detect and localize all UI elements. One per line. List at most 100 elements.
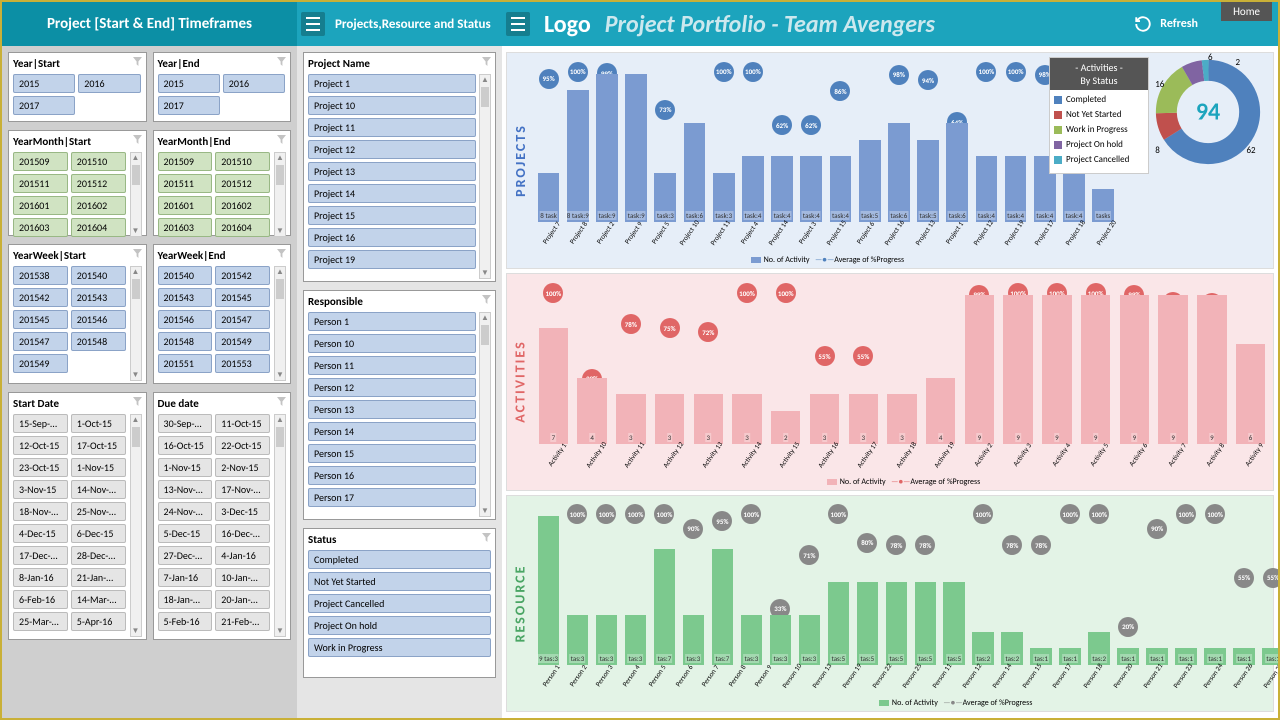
- slicer-status[interactable]: Status CompletedNot Yet StartedProject C…: [303, 528, 496, 678]
- slicer-chip[interactable]: 2016: [78, 74, 140, 93]
- slicer-chip[interactable]: 10-Jan-…: [215, 568, 270, 587]
- slicer-project-name[interactable]: Project Name Project 1Project 10Project …: [303, 52, 496, 282]
- slicer-yearweek-end[interactable]: YearWeek|End 201540201542201543201545201…: [153, 244, 292, 384]
- menu-icon-2[interactable]: [506, 12, 530, 36]
- scrollbar[interactable]: [479, 312, 491, 517]
- slicer-chip[interactable]: 201540: [71, 266, 126, 285]
- slicer-chip[interactable]: 201538: [13, 266, 68, 285]
- slicer-chip[interactable]: 201603: [158, 218, 213, 237]
- slicer-chip[interactable]: 30-Sep-…: [158, 414, 213, 433]
- slicer-chip[interactable]: 17-Nov-…: [215, 480, 270, 499]
- slicer-chip[interactable]: 5-Feb-16: [158, 612, 213, 631]
- slicer-chip[interactable]: 7-Jan-16: [158, 568, 213, 587]
- slicer-chip[interactable]: 2-Nov-15: [215, 458, 270, 477]
- slicer-chip[interactable]: Project 12: [308, 140, 476, 159]
- scrollbar[interactable]: [130, 414, 142, 637]
- slicer-chip[interactable]: 201510: [71, 152, 126, 171]
- slicer-chip[interactable]: 1-Nov-15: [71, 458, 126, 477]
- slicer-chip[interactable]: 201602: [215, 196, 270, 215]
- slicer-chip[interactable]: Project 15: [308, 206, 476, 225]
- slicer-chip[interactable]: 2017: [13, 96, 75, 115]
- slicer-chip[interactable]: 4-Dec-15: [13, 524, 68, 543]
- refresh-button[interactable]: Refresh: [1134, 15, 1198, 33]
- slicer-chip[interactable]: 201547: [215, 310, 270, 329]
- slicer-chip[interactable]: Person 12: [308, 378, 476, 397]
- slicer-chip[interactable]: 21-Jan-…: [71, 568, 126, 587]
- slicer-chip[interactable]: 201542: [215, 266, 270, 285]
- slicer-chip[interactable]: 201547: [13, 332, 68, 351]
- slicer-chip[interactable]: 25-Nov-…: [71, 502, 126, 521]
- slicer-chip[interactable]: 201549: [215, 332, 270, 351]
- slicer-chip[interactable]: Project 1: [308, 74, 476, 93]
- slicer-chip[interactable]: 3-Dec-15: [215, 502, 270, 521]
- slicer-chip[interactable]: 201512: [71, 174, 126, 193]
- slicer-chip[interactable]: 4-Jan-16: [215, 546, 270, 565]
- slicer-chip[interactable]: 201601: [13, 196, 68, 215]
- slicer-chip[interactable]: 25-Mar-…: [13, 612, 68, 631]
- slicer-chip[interactable]: 201548: [158, 332, 213, 351]
- slicer-chip[interactable]: Project 16: [308, 228, 476, 247]
- slicer-chip[interactable]: 22-Oct-15: [215, 436, 270, 455]
- slicer-chip[interactable]: Project Cancelled: [308, 594, 491, 613]
- slicer-year-start[interactable]: Year|Start 201520162017: [8, 52, 147, 122]
- filter-icon[interactable]: [133, 135, 142, 144]
- slicer-chip[interactable]: 201512: [215, 174, 270, 193]
- slicer-chip[interactable]: 15-Sep-…: [13, 414, 68, 433]
- slicer-chip[interactable]: 8-Jan-16: [13, 568, 68, 587]
- scrollbar[interactable]: [479, 74, 491, 279]
- slicer-chip[interactable]: 14-Nov-…: [71, 480, 126, 499]
- slicer-chip[interactable]: 2015: [158, 74, 220, 93]
- filter-icon[interactable]: [277, 57, 286, 66]
- slicer-chip[interactable]: 201549: [13, 354, 68, 373]
- slicer-chip[interactable]: 3-Nov-15: [13, 480, 68, 499]
- slicer-chip[interactable]: 6-Feb-16: [13, 590, 68, 609]
- slicer-chip[interactable]: 24-Nov-…: [158, 502, 213, 521]
- slicer-chip[interactable]: 201551: [158, 354, 213, 373]
- slicer-chip[interactable]: 201509: [158, 152, 213, 171]
- slicer-yearmonth-start[interactable]: YearMonth|Start 201509201510201511201512…: [8, 130, 147, 236]
- slicer-chip[interactable]: Person 16: [308, 466, 476, 485]
- slicer-chip[interactable]: Project On hold: [308, 616, 491, 635]
- slicer-chip[interactable]: Work in Progress: [308, 638, 491, 657]
- slicer-start-date[interactable]: Start Date 15-Sep-…1-Oct-1512-Oct-1517-O…: [8, 392, 147, 640]
- scrollbar[interactable]: [274, 266, 286, 381]
- slicer-chip[interactable]: 5-Apr-16: [71, 612, 126, 631]
- slicer-chip[interactable]: Person 13: [308, 400, 476, 419]
- filter-icon[interactable]: [133, 249, 142, 258]
- filter-icon[interactable]: [277, 135, 286, 144]
- slicer-chip[interactable]: 201545: [215, 288, 270, 307]
- slicer-chip[interactable]: 27-Dec-…: [158, 546, 213, 565]
- slicer-chip[interactable]: Person 17: [308, 488, 476, 507]
- scrollbar[interactable]: [130, 266, 142, 381]
- slicer-chip[interactable]: 201511: [13, 174, 68, 193]
- slicer-chip[interactable]: 201602: [71, 196, 126, 215]
- slicer-chip[interactable]: 201543: [71, 288, 126, 307]
- slicer-yearmonth-end[interactable]: YearMonth|End 20150920151020151120151220…: [153, 130, 292, 236]
- slicer-chip[interactable]: 14-Mar-…: [71, 590, 126, 609]
- slicer-chip[interactable]: Person 14: [308, 422, 476, 441]
- slicer-chip[interactable]: 17-Dec-…: [13, 546, 68, 565]
- slicer-chip[interactable]: 2016: [223, 74, 285, 93]
- scrollbar[interactable]: [130, 152, 142, 237]
- slicer-chip[interactable]: 28-Dec-…: [71, 546, 126, 565]
- slicer-chip[interactable]: 201546: [71, 310, 126, 329]
- slicer-chip[interactable]: 12-Oct-15: [13, 436, 68, 455]
- slicer-chip[interactable]: 201510: [215, 152, 270, 171]
- slicer-chip[interactable]: 5-Dec-15: [158, 524, 213, 543]
- filter-icon[interactable]: [482, 295, 491, 304]
- slicer-yearweek-start[interactable]: YearWeek|Start 2015382015402015422015432…: [8, 244, 147, 384]
- scrollbar[interactable]: [274, 152, 286, 237]
- slicer-chip[interactable]: 2015: [13, 74, 75, 93]
- slicer-chip[interactable]: 2017: [158, 96, 220, 115]
- slicer-chip[interactable]: Project 10: [308, 96, 476, 115]
- slicer-chip[interactable]: 13-Nov-…: [158, 480, 213, 499]
- filter-icon[interactable]: [277, 397, 286, 406]
- slicer-chip[interactable]: Not Yet Started: [308, 572, 491, 591]
- slicer-chip[interactable]: 201543: [158, 288, 213, 307]
- filter-icon[interactable]: [133, 57, 142, 66]
- slicer-chip[interactable]: 1-Nov-15: [158, 458, 213, 477]
- slicer-chip[interactable]: Person 1: [308, 312, 476, 331]
- slicer-chip[interactable]: 201601: [158, 196, 213, 215]
- slicer-chip[interactable]: 201542: [13, 288, 68, 307]
- slicer-chip[interactable]: 18-Nov-…: [13, 502, 68, 521]
